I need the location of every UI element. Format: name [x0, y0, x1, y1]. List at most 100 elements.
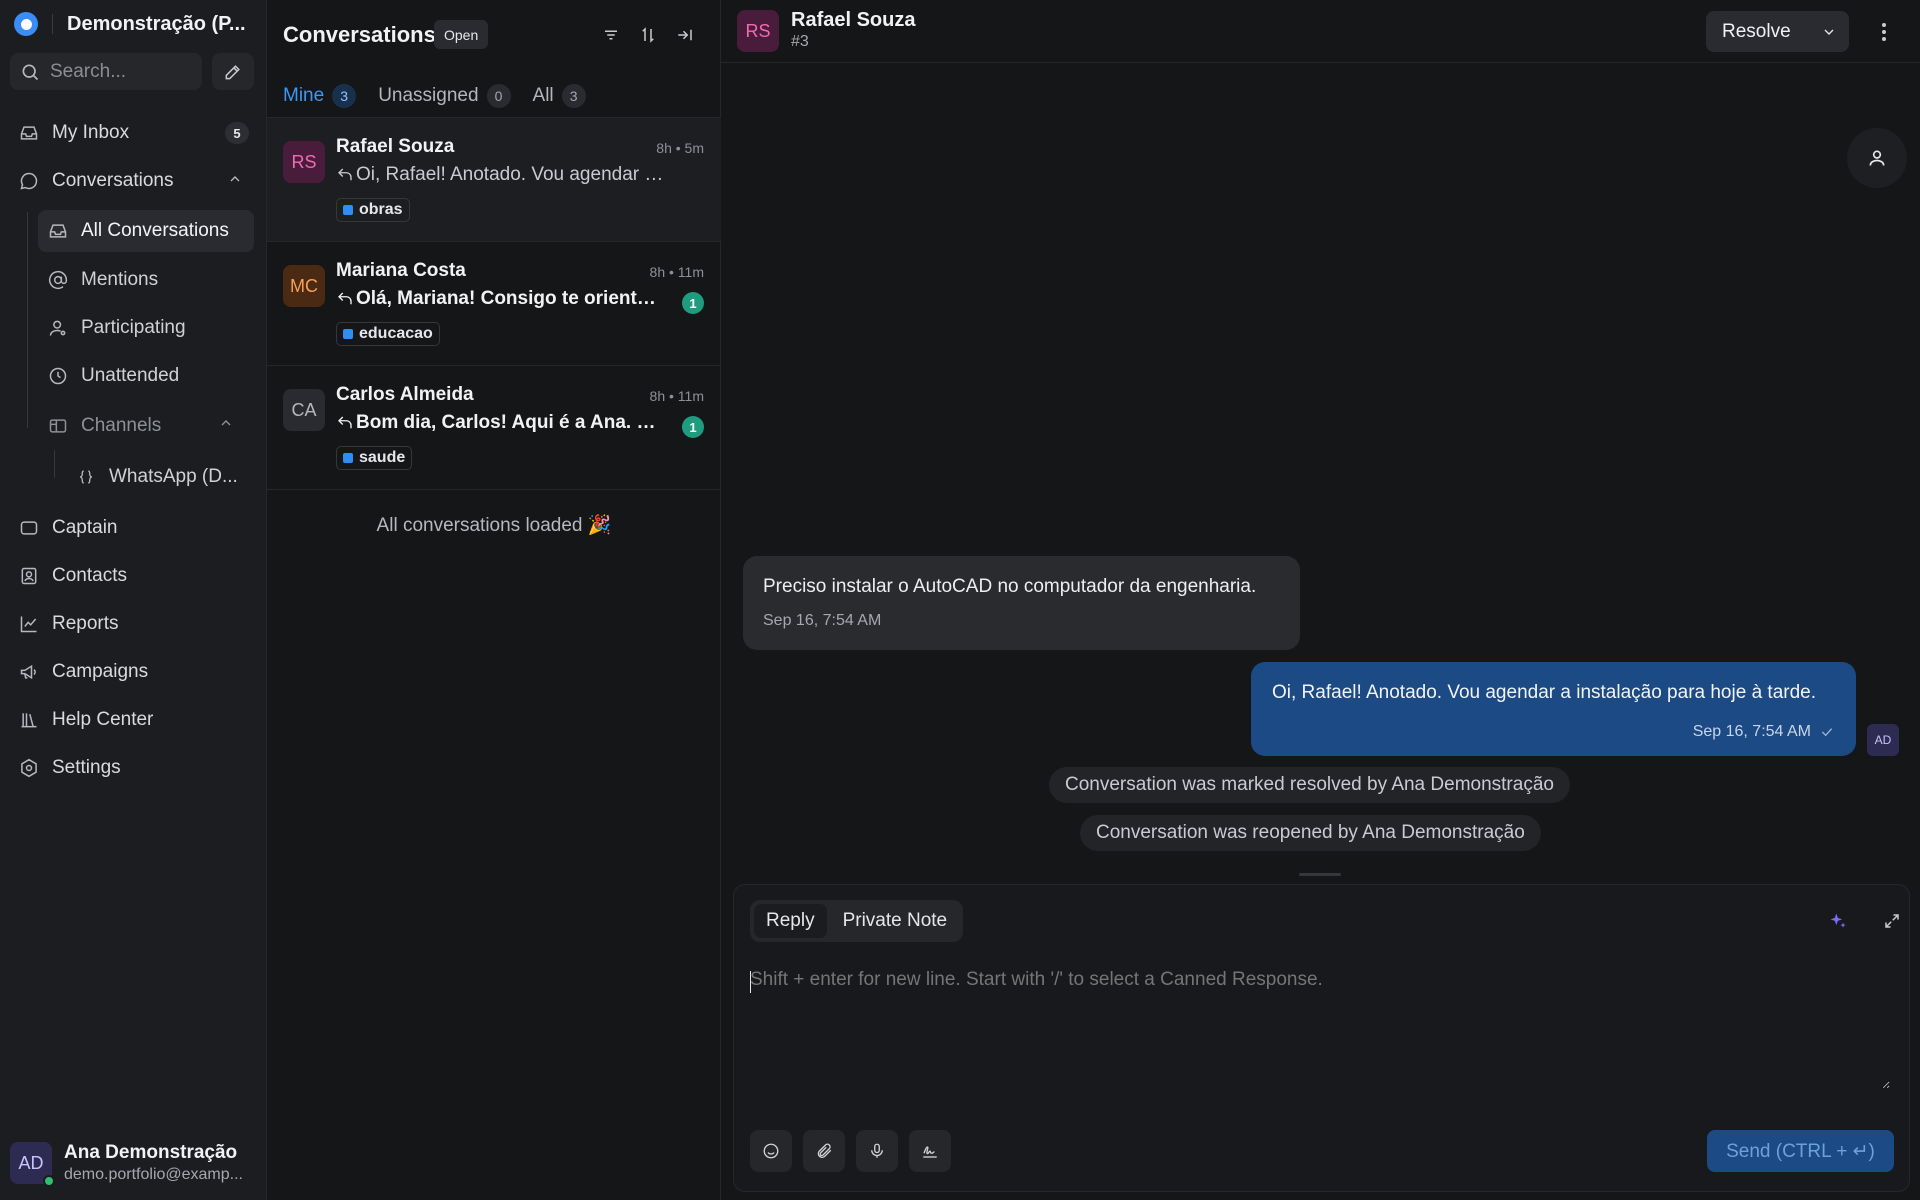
conversation-panel: RS Rafael Souza #3 Resolve Preciso insta…: [721, 0, 1920, 1200]
resolve-button[interactable]: Resolve: [1706, 11, 1849, 52]
message-timestamp: Sep 16, 7:54 AM: [763, 612, 882, 629]
label-color-dot: [343, 453, 353, 463]
reply-arrow-icon: [336, 290, 354, 308]
nav-captain[interactable]: Captain: [10, 508, 257, 548]
more-options-icon[interactable]: [1874, 20, 1894, 44]
page-title: Conversations: [283, 22, 436, 47]
tab-unassigned[interactable]: Unassigned 0: [378, 76, 511, 116]
paperclip-icon: [815, 1142, 833, 1160]
app-logo-icon: [14, 12, 38, 36]
reply-textarea[interactable]: [750, 969, 1890, 1089]
message-text: Oi, Rafael! Anotado. Vou agendar a i...: [356, 164, 666, 185]
conversation-tabs: Mine 3 Unassigned 0 All 3: [283, 76, 586, 119]
incoming-message: Preciso instalar o AutoCAD no computador…: [743, 556, 1300, 650]
nav-mentions[interactable]: Mentions: [38, 259, 254, 301]
user-icon: [1867, 148, 1887, 168]
label-text: obras: [359, 201, 403, 218]
nav-label: Participating: [81, 317, 186, 338]
tab-label: All: [532, 85, 554, 106]
inbox-icon: [18, 122, 40, 144]
contact-name[interactable]: Rafael Souza: [791, 9, 915, 32]
chevron-up-icon[interactable]: [218, 415, 234, 431]
sort-button[interactable]: [633, 20, 663, 50]
compose-button[interactable]: [212, 53, 254, 90]
nav-all-conversations[interactable]: All Conversations: [38, 210, 254, 252]
nav-help-center[interactable]: Help Center: [10, 700, 257, 740]
nav-my-inbox[interactable]: My Inbox 5: [10, 113, 257, 153]
ai-assist-button[interactable]: [1824, 907, 1852, 935]
message-text: Bom dia, Carlos! Aqui é a Ana. Vo...: [356, 412, 666, 433]
resolve-label: Resolve: [1722, 20, 1791, 42]
collapse-panel-button[interactable]: [670, 20, 700, 50]
search-placeholder: Search...: [50, 60, 127, 82]
pencil-icon: [223, 62, 243, 82]
tab-label: Unassigned: [378, 85, 479, 106]
nav-participating[interactable]: Participating: [38, 307, 254, 349]
nav-label: Unattended: [81, 365, 180, 386]
agent-avatar: AD: [1867, 724, 1899, 756]
tab-private-note[interactable]: Private Note: [831, 904, 960, 938]
send-button[interactable]: Send (CTRL + ↵): [1707, 1130, 1894, 1172]
tab-all[interactable]: All 3: [533, 76, 586, 116]
chart-line-icon: [18, 613, 40, 635]
reply-composer: Reply Private Note Shift + enter for new…: [733, 884, 1910, 1192]
workspace-switcher[interactable]: Demonstração (P...: [14, 10, 246, 38]
contact-name: Mariana Costa: [336, 260, 466, 281]
online-status-dot: [43, 1175, 55, 1187]
conversation-list-panel: Conversations Open Mine 3 Unassigned 0 A…: [267, 0, 721, 1200]
chevron-up-icon[interactable]: [227, 171, 243, 187]
nav-label: Contacts: [52, 565, 127, 586]
user-profile[interactable]: AD Ana Demonstração demo.portfolio@examp…: [0, 1126, 267, 1200]
chevron-down-icon[interactable]: [1809, 11, 1849, 52]
tab-mine[interactable]: Mine 3: [283, 76, 357, 119]
tab-reply[interactable]: Reply: [754, 904, 827, 938]
label-tag[interactable]: saude: [336, 446, 413, 470]
label-tag[interactable]: educacao: [336, 322, 440, 346]
inbox-icon: [47, 220, 69, 242]
workspace-name: Demonstração (P...: [67, 12, 246, 35]
nav-settings[interactable]: Settings: [10, 748, 257, 788]
microphone-icon: [868, 1142, 886, 1160]
conversation-item[interactable]: RS Rafael Souza 8h • 5m Oi, Rafael! Anot…: [267, 118, 721, 242]
avatar: CA: [283, 389, 325, 431]
contact-name: Rafael Souza: [336, 136, 455, 157]
message-preview: Bom dia, Carlos! Aqui é a Ana. Vo...: [336, 412, 666, 434]
nav-channels[interactable]: Channels: [38, 405, 254, 447]
activity-message: Conversation was marked resolved by Ana …: [1049, 767, 1570, 803]
search-input[interactable]: Search...: [10, 53, 202, 90]
tree-line: [54, 450, 55, 478]
conversation-item[interactable]: CA Carlos Almeida 8h • 11m Bom dia, Carl…: [267, 366, 721, 490]
megaphone-icon: [18, 661, 40, 683]
nav-conversations[interactable]: Conversations: [10, 161, 257, 201]
outgoing-message: Oi, Rafael! Anotado. Vou agendar a insta…: [1251, 662, 1856, 756]
check-icon: [1819, 724, 1835, 740]
status-filter-badge[interactable]: Open: [434, 20, 489, 49]
voice-record-button[interactable]: [856, 1130, 898, 1172]
label-color-dot: [343, 205, 353, 215]
chat-bubble-icon: [18, 170, 40, 192]
emoji-button[interactable]: [750, 1130, 792, 1172]
signature-button[interactable]: [909, 1130, 951, 1172]
signature-icon: [921, 1142, 939, 1160]
nav-label: Help Center: [52, 709, 154, 730]
expand-editor-button[interactable]: [1878, 907, 1906, 935]
label-tag[interactable]: obras: [336, 198, 410, 222]
nav-channel-whatsapp[interactable]: WhatsApp (D...: [66, 456, 254, 498]
attach-button[interactable]: [803, 1130, 845, 1172]
nav-campaigns[interactable]: Campaigns: [10, 652, 257, 692]
conversation-item[interactable]: MC Mariana Costa 8h • 11m Olá, Mariana! …: [267, 242, 721, 366]
nav-label: My Inbox: [52, 122, 130, 143]
nav-unattended[interactable]: Unattended: [38, 355, 254, 397]
text-caret: [750, 971, 751, 993]
tab-count: 3: [332, 84, 357, 108]
filter-button[interactable]: [596, 20, 626, 50]
nav-label: Captain: [52, 517, 118, 538]
nav-contacts[interactable]: Contacts: [10, 556, 257, 596]
channel-braces-icon: [75, 466, 97, 488]
nav-label: WhatsApp (D...: [109, 466, 238, 487]
nav-reports[interactable]: Reports: [10, 604, 257, 644]
resize-handle[interactable]: [1299, 873, 1341, 876]
contact-details-button[interactable]: [1847, 128, 1907, 188]
unread-count-badge: 1: [682, 292, 704, 314]
conversation-id: #3: [791, 33, 809, 50]
